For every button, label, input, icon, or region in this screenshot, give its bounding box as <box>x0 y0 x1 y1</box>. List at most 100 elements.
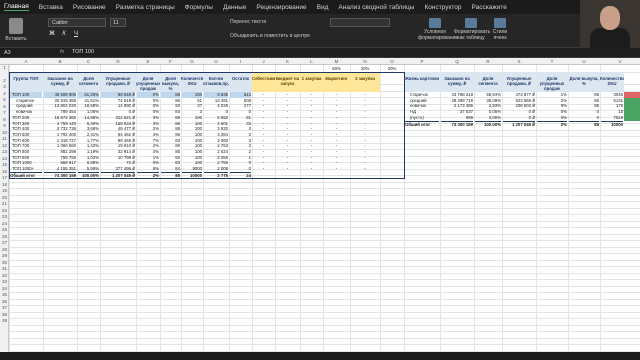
row-header[interactable]: 33 <box>0 279 9 284</box>
row-header[interactable]: 28 <box>0 247 9 252</box>
row-header[interactable]: 20 <box>0 195 9 200</box>
row-header[interactable]: 17 <box>0 175 9 180</box>
row-header[interactable]: 21 <box>0 201 9 206</box>
right-table-header[interactable]: Жизнь карточки <box>404 72 440 92</box>
font-name-select[interactable]: Calibri <box>48 18 106 27</box>
bold-button[interactable]: Ж <box>48 31 56 37</box>
dash-cell[interactable]: - <box>252 166 275 172</box>
ribbon-tab[interactable]: Главная <box>4 3 29 11</box>
percent-cell[interactable]: 20% <box>380 65 404 72</box>
row-header[interactable]: 27 <box>0 240 9 245</box>
column-header[interactable]: Q <box>440 58 474 65</box>
column-header[interactable]: A <box>9 58 43 65</box>
left-table-header[interactable]: Остаток <box>229 72 252 92</box>
data-cell[interactable]: 85 <box>569 120 599 126</box>
column-header[interactable]: T <box>536 58 568 65</box>
row-header[interactable]: 32 <box>0 273 9 278</box>
italic-button[interactable]: К <box>60 31 68 37</box>
font-size-select[interactable]: 11 <box>110 18 126 27</box>
row-header[interactable]: 26 <box>0 234 9 239</box>
row-header[interactable]: 24 <box>0 221 9 226</box>
row-header[interactable]: 39 <box>0 318 9 323</box>
left-table-header[interactable]: Доля упущенных продаж <box>136 72 160 92</box>
right-table-header[interactable]: Упущенные продажи, ₽ <box>502 72 536 92</box>
row-header[interactable]: 18 <box>0 182 9 187</box>
right-table-header[interactable]: Заказано на сумму, ₽ <box>440 72 474 92</box>
column-header[interactable]: K <box>275 58 300 65</box>
left-table-header[interactable]: Доля сегмента <box>77 72 100 92</box>
conditional-format-button[interactable]: Условное форматирование <box>418 18 458 41</box>
column-header[interactable]: M <box>323 58 350 65</box>
row-header[interactable]: 25 <box>0 227 9 232</box>
data-cell[interactable]: 2% <box>137 171 159 177</box>
ribbon-tab[interactable]: Вид <box>317 4 329 11</box>
data-cell[interactable]: 100,00% <box>78 171 99 177</box>
column-header[interactable]: C <box>77 58 100 65</box>
row-header[interactable]: 22 <box>0 208 9 213</box>
row-header[interactable]: 6 <box>0 104 9 109</box>
data-cell[interactable]: 2 775 <box>204 171 228 177</box>
dash-cell[interactable]: - <box>300 166 323 172</box>
right-table-header[interactable]: Доля упущенных продаж <box>536 72 568 92</box>
data-cell[interactable]: 74 300 159 <box>44 171 76 177</box>
merge-center-button[interactable]: Объединить и поместить в центре <box>230 33 310 39</box>
row-label[interactable]: Общий итог <box>405 120 439 126</box>
column-header[interactable]: P <box>404 58 440 65</box>
right-table-header[interactable]: Доля сегмента <box>474 72 502 92</box>
column-header[interactable]: H <box>203 58 229 65</box>
column-header[interactable]: O <box>380 58 404 65</box>
row-header[interactable]: 3 <box>0 84 9 89</box>
row-label[interactable]: Общий итог <box>10 171 42 177</box>
row-header[interactable]: 10 <box>0 130 9 135</box>
row-header[interactable]: 19 <box>0 188 9 193</box>
row-header[interactable]: 4 <box>0 91 9 96</box>
row-header[interactable]: 11 <box>0 136 9 141</box>
left-table-header[interactable]: Группа ТОП <box>9 72 43 92</box>
paste-button[interactable]: Вставить <box>4 18 28 42</box>
ribbon-tab[interactable]: Данные <box>223 4 246 11</box>
data-cell[interactable]: 85 <box>161 171 180 177</box>
ribbon-tab[interactable]: Рецензирование <box>256 4 306 11</box>
right-table-header[interactable]: Доля выкупа, % <box>568 72 600 92</box>
left-table-header[interactable]: Кол-во отзывов,пр.дн. <box>203 72 229 92</box>
ribbon-tab[interactable]: Рисование <box>73 4 106 11</box>
format-as-table-button[interactable]: Форматировать как таблицу <box>454 18 490 41</box>
fx-icon[interactable]: fx <box>60 49 64 55</box>
column-header[interactable]: L <box>300 58 323 65</box>
row-header[interactable]: 35 <box>0 292 9 297</box>
ribbon-tab[interactable]: Расскажите <box>472 4 507 11</box>
row-header[interactable]: 5 <box>0 97 9 102</box>
data-cell[interactable]: 74 300 159 <box>441 120 473 126</box>
column-header[interactable]: G <box>181 58 203 65</box>
mid-table-header[interactable]: 1 закупка <box>300 72 323 92</box>
data-cell[interactable]: 1 207 045 ₽ <box>503 120 535 126</box>
data-cell[interactable]: 10000 <box>182 171 202 177</box>
row-header[interactable]: 14 <box>0 156 9 161</box>
column-header[interactable]: J <box>252 58 275 65</box>
column-header[interactable]: N <box>350 58 380 65</box>
row-header[interactable]: 23 <box>0 214 9 219</box>
column-header[interactable]: U <box>568 58 600 65</box>
ribbon-tab[interactable]: Формулы <box>185 4 213 11</box>
row-header[interactable]: 37 <box>0 305 9 310</box>
mid-table-header[interactable]: Маркетинг <box>323 72 350 92</box>
data-cell[interactable]: 2% <box>537 120 567 126</box>
row-header[interactable]: 30 <box>0 260 9 265</box>
row-header[interactable]: 8 <box>0 117 9 122</box>
percent-cell[interactable]: 20% <box>350 65 380 72</box>
row-header[interactable]: 36 <box>0 299 9 304</box>
ribbon-tab[interactable]: Разметка страницы <box>116 4 175 11</box>
column-header[interactable]: V <box>600 58 640 65</box>
mid-table-header[interactable]: Бюджет на запуск <box>275 72 300 92</box>
cell-styles-button[interactable]: Стили ячеек <box>490 18 510 41</box>
column-header[interactable]: I <box>229 58 252 65</box>
row-header[interactable]: 34 <box>0 286 9 291</box>
spreadsheet-grid[interactable]: ABCDEFGHIJKLMNOPQRSTUV 1 2 3 4 5 6 7 8 9 10 11 12 13… <box>0 58 640 352</box>
column-header[interactable]: D <box>100 58 136 65</box>
left-table-header[interactable]: Заказано на сумму, ₽ <box>43 72 77 92</box>
ribbon-tab[interactable]: Вставка <box>39 4 63 11</box>
mid-table-header[interactable]: 2 закупка <box>350 72 380 92</box>
row-header[interactable]: 7 <box>0 110 9 115</box>
column-header[interactable]: F <box>160 58 181 65</box>
row-header[interactable]: 38 <box>0 312 9 317</box>
